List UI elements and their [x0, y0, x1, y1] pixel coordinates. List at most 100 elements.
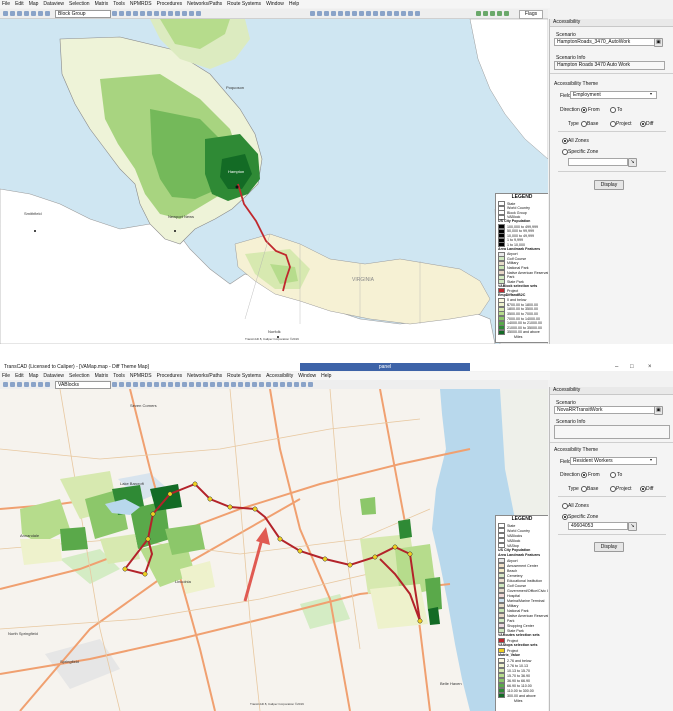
layer-select[interactable]: Block Group: [55, 10, 111, 18]
matrix-icon[interactable]: [196, 382, 201, 387]
arrow-icon[interactable]: [224, 382, 229, 387]
label-icon[interactable]: [126, 382, 131, 387]
layer-settings-icon[interactable]: [112, 382, 117, 387]
display-button[interactable]: Display: [594, 542, 624, 552]
chevron-down-icon[interactable]: ▾: [650, 457, 652, 462]
full-extent-icon[interactable]: [273, 382, 278, 387]
flag-list-icon[interactable]: [497, 11, 502, 16]
print-icon[interactable]: [24, 382, 29, 387]
matrix-icon[interactable]: [196, 11, 201, 16]
menu-help[interactable]: Help: [289, 1, 299, 7]
layer-select[interactable]: VABlocks: [55, 381, 111, 389]
zone-pick-button[interactable]: ↘: [628, 158, 637, 167]
zone-pick-button[interactable]: ↘: [628, 522, 637, 531]
maximize-icon[interactable]: □: [630, 364, 634, 370]
grid-icon[interactable]: [217, 382, 222, 387]
menu-procedures[interactable]: Procedures: [157, 373, 183, 379]
text-icon[interactable]: [231, 382, 236, 387]
direction-to-radio[interactable]: [610, 472, 616, 478]
save-icon[interactable]: [17, 382, 22, 387]
menu-edit[interactable]: Edit: [15, 373, 24, 379]
menu-file[interactable]: File: [2, 373, 10, 379]
zoom-in-icon[interactable]: [259, 382, 264, 387]
chart-icon[interactable]: [210, 382, 215, 387]
refresh-icon[interactable]: [287, 382, 292, 387]
menu-route-systems[interactable]: Route Systems: [227, 373, 261, 379]
circle-icon[interactable]: [415, 11, 420, 16]
display-button[interactable]: Display: [594, 180, 624, 190]
legend-icon[interactable]: [133, 11, 138, 16]
scenario-browse-button[interactable]: ▣: [654, 406, 663, 415]
menu-window[interactable]: Window: [266, 1, 284, 7]
info-icon[interactable]: [31, 11, 36, 16]
bottom-map-legend[interactable]: LEGEND State World Country VABlocks VABlock…: [495, 515, 548, 711]
select-icon[interactable]: [168, 382, 173, 387]
query-icon[interactable]: [161, 382, 166, 387]
polygon-icon[interactable]: [408, 11, 413, 16]
bookmark-icon[interactable]: [294, 382, 299, 387]
menu-dataview[interactable]: Dataview: [43, 1, 64, 7]
menu-route-systems[interactable]: Route Systems: [227, 1, 261, 7]
filter-icon[interactable]: [154, 11, 159, 16]
menu-matrix[interactable]: Matrix: [95, 373, 109, 379]
theme-icon[interactable]: [119, 11, 124, 16]
network-icon[interactable]: [189, 11, 194, 16]
menu-networks-paths[interactable]: Networks/Paths: [187, 1, 222, 7]
menu-selection[interactable]: Selection: [69, 1, 90, 7]
field-select[interactable]: Resident Workers: [570, 457, 657, 465]
chevron-down-icon[interactable]: ▾: [650, 91, 652, 96]
text-icon[interactable]: [394, 11, 399, 16]
circle-icon[interactable]: [252, 382, 257, 387]
scenario-select[interactable]: NovaRRTransitWork: [554, 406, 655, 414]
new-icon[interactable]: [3, 11, 8, 16]
menu-npmrds[interactable]: NPMRDS: [130, 1, 152, 7]
zone-input[interactable]: [568, 158, 628, 166]
direction-from-radio[interactable]: [581, 472, 587, 478]
refresh-icon[interactable]: [338, 11, 343, 16]
menu-file[interactable]: File: [2, 1, 10, 7]
globe-icon[interactable]: [203, 382, 208, 387]
save-icon[interactable]: [17, 11, 22, 16]
menu-edit[interactable]: Edit: [15, 1, 24, 7]
zoom-in-icon[interactable]: [310, 11, 315, 16]
print-icon[interactable]: [24, 11, 29, 16]
flag-add-icon[interactable]: [476, 11, 481, 16]
previous-view-icon[interactable]: [331, 11, 336, 16]
menu-networks-paths[interactable]: Networks/Paths: [187, 373, 222, 379]
polygon-icon[interactable]: [245, 382, 250, 387]
menu-tools[interactable]: Tools: [113, 1, 125, 7]
direction-to-radio[interactable]: [610, 107, 616, 113]
compass-icon[interactable]: [147, 382, 152, 387]
info-icon[interactable]: [31, 382, 36, 387]
filter-icon[interactable]: [154, 382, 159, 387]
measure-icon[interactable]: [175, 11, 180, 16]
open-icon[interactable]: [10, 382, 15, 387]
pan-icon[interactable]: [45, 11, 50, 16]
zoom-out-icon[interactable]: [317, 11, 322, 16]
flag-clear-icon[interactable]: [490, 11, 495, 16]
scale-icon[interactable]: [140, 382, 145, 387]
new-icon[interactable]: [3, 382, 8, 387]
open-icon[interactable]: [10, 11, 15, 16]
full-extent-icon[interactable]: [324, 11, 329, 16]
scenario-select[interactable]: HamptonRoads_3470_AutoWork: [554, 38, 655, 46]
menu-dataview[interactable]: Dataview: [43, 373, 64, 379]
menu-npmrds[interactable]: NPMRDS: [130, 373, 152, 379]
theme-icon[interactable]: [119, 382, 124, 387]
flag-settings-icon[interactable]: [504, 11, 509, 16]
top-map-canvas[interactable]: [0, 19, 548, 344]
arrow-icon[interactable]: [387, 11, 392, 16]
bottom-map-canvas[interactable]: [0, 389, 548, 711]
menu-selection[interactable]: Selection: [69, 373, 90, 379]
menu-matrix[interactable]: Matrix: [95, 1, 109, 7]
route-icon[interactable]: [182, 382, 187, 387]
draw-icon[interactable]: [401, 11, 406, 16]
menu-procedures[interactable]: Procedures: [157, 1, 183, 7]
menu-map[interactable]: Map: [29, 373, 39, 379]
legend-icon[interactable]: [133, 382, 138, 387]
route-icon[interactable]: [182, 11, 187, 16]
menu-window[interactable]: Window: [298, 373, 316, 379]
layer-settings-icon[interactable]: [112, 11, 117, 16]
tile-icon[interactable]: [359, 11, 364, 16]
label-icon[interactable]: [126, 11, 131, 16]
